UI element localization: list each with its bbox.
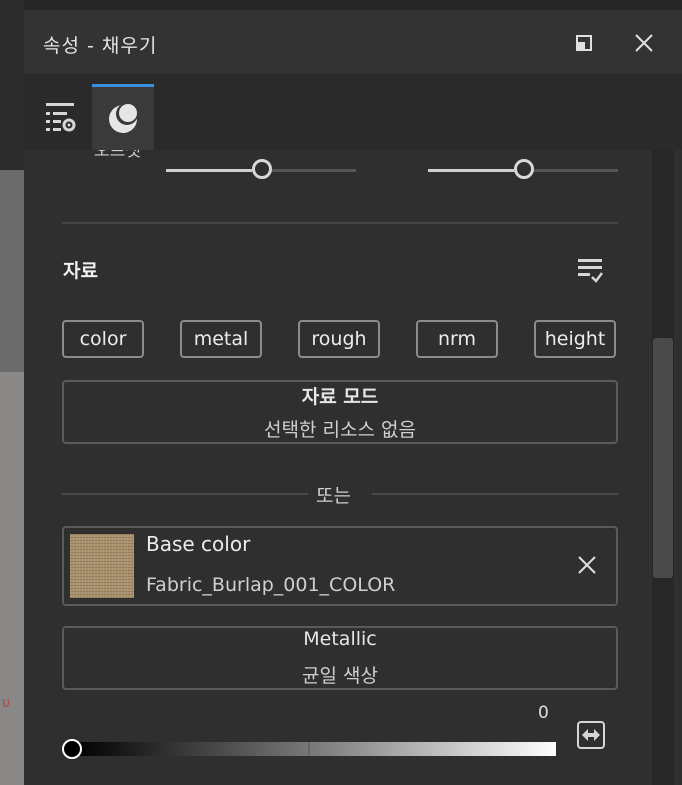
offset-label: 오프셋 [94,150,141,161]
or-divider-left [62,493,308,495]
texture-thumbnail [70,534,134,598]
tab-properties[interactable] [32,84,90,150]
swap-button[interactable] [576,720,606,750]
or-divider-right [372,493,618,495]
base-color-label: Base color [146,532,251,556]
channel-nrm-button[interactable]: nrm [416,320,498,358]
remove-texture-button[interactable] [576,554,604,582]
close-icon [578,556,596,574]
base-color-slot[interactable]: Base color Fabric_Burlap_001_COLOR [62,526,618,606]
settings-list-icon [46,103,76,132]
material-mode-subtitle: 선택한 리소스 없음 [264,419,416,441]
close-panel-button[interactable] [629,28,659,58]
slider-handle[interactable] [252,159,272,179]
material-mode-box[interactable]: 자료 모드 선택한 리소스 없음 [62,380,618,444]
list-menu-icon [578,259,603,283]
title-bar: 속성 - 채우기 [24,10,682,74]
metallic-title: Metallic [303,628,377,650]
offset-slider-1[interactable] [166,159,356,180]
metallic-subtitle: 균일 색상 [302,665,378,687]
section-divider [62,222,618,224]
float-window-icon [576,35,592,51]
channel-rough-button[interactable]: rough [298,320,380,358]
float-window-button[interactable] [569,28,599,58]
material-mode-title: 자료 모드 [301,386,379,408]
tab-fill[interactable] [92,84,154,150]
viewport-mark: υ [2,695,11,711]
material-section-title: 자료 [63,260,98,282]
tab-bar [24,74,682,150]
slider-handle[interactable] [514,159,534,179]
material-sphere-icon [109,102,138,133]
panel-content: 오프셋 자료 color metal rough nrm height 자료 모… [24,150,652,785]
close-icon [635,34,653,52]
swap-arrows-icon [577,721,605,749]
viewport-strip: υ [0,0,24,785]
channel-metal-button[interactable]: metal [180,320,262,358]
offset-slider-2[interactable] [428,159,618,180]
metallic-slider-handle[interactable] [62,739,82,759]
metallic-value: 0 [538,703,549,723]
properties-panel: 속성 - 채우기 오프셋 자료 color metal rough nrm he… [24,0,682,785]
metallic-gradient-slider[interactable] [72,742,556,756]
scrollbar-thumb[interactable] [653,338,673,578]
panel-title: 속성 - 채우기 [43,35,158,57]
or-label: 또는 [316,485,351,507]
metallic-slot[interactable]: Metallic 균일 색상 [62,626,618,690]
base-color-file: Fabric_Burlap_001_COLOR [146,574,396,596]
channel-color-button[interactable]: color [62,320,144,358]
channel-height-button[interactable]: height [534,320,616,358]
material-menu-button[interactable] [576,256,606,286]
